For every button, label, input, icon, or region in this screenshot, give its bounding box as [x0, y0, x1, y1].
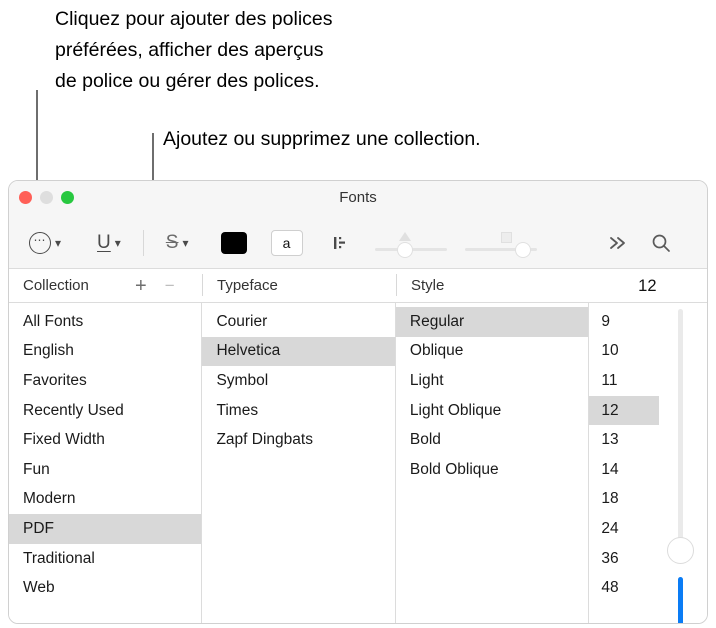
list-item[interactable]: 13 [589, 425, 659, 455]
collection-header-label: Collection [23, 277, 89, 294]
list-item[interactable]: 14 [589, 455, 659, 485]
callout-add-remove-collection-text: Ajoutez ou supprimez une collection. [163, 128, 481, 150]
list-item[interactable]: Times [202, 396, 394, 426]
style-list[interactable]: Regular Oblique Light Light Oblique Bold… [395, 303, 590, 623]
size-slider-knob[interactable] [667, 537, 695, 564]
text-color-swatch[interactable] [220, 231, 247, 254]
collection-actions: + − [135, 269, 175, 302]
list-item[interactable]: 11 [589, 366, 659, 396]
list-item[interactable]: Web [9, 573, 201, 603]
window-title: Fonts [339, 189, 377, 206]
triangle-marker-icon [398, 231, 411, 241]
fonts-window: Fonts ⋯ ▾ U ▾ S ▾ a Collection Typeface … [8, 180, 708, 624]
window-title-bar: Fonts [9, 181, 707, 217]
list-item[interactable]: 36 [589, 544, 659, 574]
size-slider-track-lower [678, 577, 684, 623]
style-header-label: Style [411, 277, 445, 294]
square-marker-icon [500, 231, 512, 243]
toolbar-overflow-button[interactable] [607, 234, 629, 252]
list-item-selected[interactable]: PDF [9, 514, 202, 544]
list-item[interactable]: Zapf Dingbats [202, 425, 394, 455]
list-item[interactable]: 24 [589, 514, 659, 544]
list-item-selected[interactable]: Helvetica [202, 336, 395, 367]
list-item[interactable]: English [9, 337, 201, 367]
typeface-list[interactable]: Courier Helvetica Symbol Times Zapf Ding… [202, 303, 396, 623]
chevron-down-icon: ▾ [182, 235, 189, 250]
underline-button[interactable]: U ▾ [97, 233, 121, 252]
list-item[interactable]: Recently Used [9, 396, 201, 426]
list-item[interactable]: All Fonts [9, 307, 201, 337]
background-color-button[interactable]: a [270, 229, 303, 256]
size-list[interactable]: 12 9 10 11 12 13 14 18 24 36 48 [589, 270, 707, 623]
circle-ellipsis-icon: ⋯ [29, 231, 51, 254]
toolbar: ⋯ ▾ U ▾ S ▾ a [9, 217, 707, 269]
list-item[interactable]: Bold Oblique [396, 455, 588, 485]
list-item[interactable]: 18 [589, 485, 659, 515]
list-item[interactable]: Traditional [9, 544, 201, 574]
shadow-blur-slider[interactable] [464, 226, 537, 260]
add-collection-button[interactable]: + [135, 276, 147, 296]
list-item[interactable]: Fun [9, 455, 201, 485]
shadow-opacity-slider[interactable] [374, 226, 447, 260]
collection-list[interactable]: All Fonts English Favorites Recently Use… [9, 303, 203, 623]
size-value-input[interactable]: 12 [589, 270, 706, 302]
list-item[interactable]: Favorites [9, 366, 201, 396]
callout-font-options-text: Cliquez pour ajouter des polices préféré… [55, 8, 333, 92]
list-item[interactable]: Courier [202, 307, 394, 337]
size-slider-track-upper [678, 309, 684, 549]
strikethrough-icon: S [165, 232, 179, 253]
underline-icon: U [97, 232, 111, 253]
list-item-selected[interactable]: 12 [589, 395, 660, 426]
remove-collection-button[interactable]: − [165, 277, 175, 294]
strikethrough-button[interactable]: S ▾ [166, 233, 189, 252]
size-slider[interactable] [667, 309, 695, 623]
chevron-down-icon: ▾ [114, 235, 121, 250]
chevron-down-icon: ▾ [55, 235, 62, 250]
toolbar-divider [142, 229, 144, 256]
text-align-icon [333, 236, 345, 249]
list-item[interactable]: Oblique [396, 337, 588, 367]
list-item[interactable]: Light [396, 366, 588, 396]
list-item[interactable]: Light Oblique [396, 396, 588, 426]
list-item[interactable]: Modern [9, 485, 201, 515]
list-item[interactable]: Bold [396, 425, 588, 455]
typeface-column-header[interactable]: Typeface [203, 269, 397, 302]
action-menu-button[interactable]: ⋯ ▾ [29, 231, 62, 254]
typeface-header-label: Typeface [217, 277, 278, 294]
list-item[interactable]: Symbol [202, 366, 394, 396]
list-item[interactable]: Fixed Width [9, 425, 201, 455]
list-item[interactable]: 10 [589, 337, 659, 367]
search-button[interactable] [649, 231, 673, 255]
list-item[interactable]: 48 [589, 573, 659, 603]
style-column-header[interactable]: Style [397, 269, 591, 302]
list-item-selected[interactable]: Regular [395, 307, 589, 337]
slider-knob[interactable] [396, 241, 413, 258]
text-alignment-button[interactable] [331, 234, 349, 252]
double-chevron-icon [609, 236, 625, 249]
slider-knob[interactable] [514, 241, 531, 258]
list-item[interactable]: 9 [589, 307, 659, 337]
search-icon [652, 234, 670, 252]
font-panel-body: All Fonts English Favorites Recently Use… [9, 270, 707, 623]
